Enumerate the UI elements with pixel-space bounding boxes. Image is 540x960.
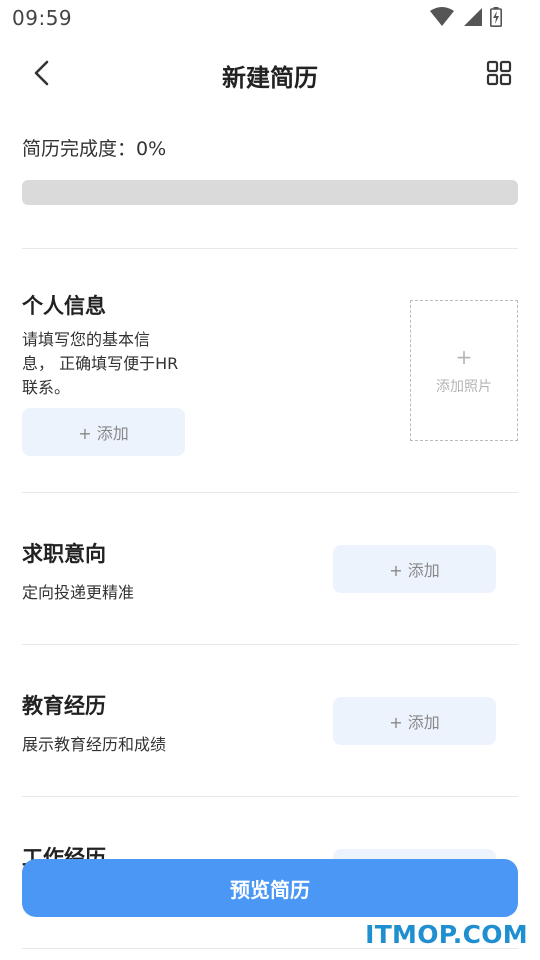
add-photo-label: 添加照片	[436, 378, 492, 395]
grid-menu-button[interactable]	[486, 60, 512, 86]
watermark-logo: ITMOP.COM	[365, 920, 528, 949]
battery-charging-icon	[490, 7, 502, 27]
page-title: 新建简历	[222, 64, 318, 92]
status-bar: 09:59	[0, 0, 540, 36]
divider	[22, 644, 518, 645]
divider	[22, 796, 518, 797]
desc-line: 息， 正确填写便于HR	[22, 354, 179, 373]
divider	[22, 248, 518, 249]
status-time: 09:59	[12, 6, 73, 30]
progress-label: 简历完成度：0%	[22, 138, 167, 160]
section-desc-intention: 定向投递更精准	[22, 583, 135, 602]
add-personal-button[interactable]: + 添加	[22, 408, 185, 456]
add-education-button[interactable]: + 添加	[333, 697, 496, 745]
section-desc-education: 展示教育经历和成绩	[22, 735, 167, 754]
section-title-intention: 求职意向	[22, 542, 106, 566]
wifi-icon	[430, 7, 454, 26]
signal-icon	[464, 8, 482, 26]
plus-icon: +	[455, 344, 473, 369]
progress-bar	[22, 180, 518, 205]
desc-line: 联系。	[22, 378, 71, 397]
section-title-education: 教育经历	[22, 694, 106, 718]
desc-line: 请填写您的基本信	[22, 330, 151, 349]
section-title-personal: 个人信息	[22, 294, 106, 318]
nav-bar: 新建简历	[0, 48, 540, 100]
section-desc-personal: 请填写您的基本信 息， 正确填写便于HR 联系。	[22, 328, 178, 400]
grid-icon	[486, 60, 512, 86]
status-icons	[430, 7, 502, 27]
preview-resume-button[interactable]: 预览简历	[22, 859, 518, 917]
add-intention-button[interactable]: + 添加	[333, 545, 496, 593]
divider	[22, 492, 518, 493]
add-photo-box[interactable]: + 添加照片	[410, 300, 518, 441]
